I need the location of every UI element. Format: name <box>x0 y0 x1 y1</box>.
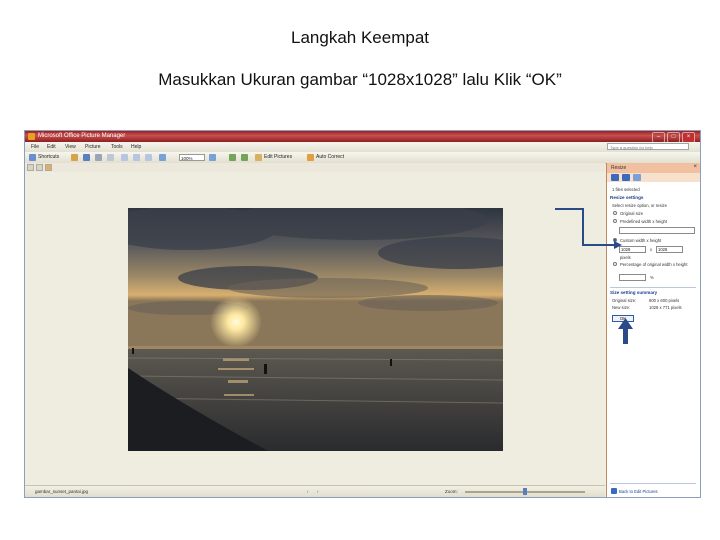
original-size-radio[interactable] <box>613 211 617 215</box>
x-separator: x <box>650 247 653 252</box>
slide-subtitle: Masukkan Ukuran gambar “1028x1028” lalu … <box>158 70 562 89</box>
home-icon[interactable] <box>633 174 641 181</box>
single-view-icon[interactable] <box>145 154 152 161</box>
task-pane-nav <box>607 173 700 182</box>
zoom-in-icon[interactable] <box>159 154 166 161</box>
menu-help[interactable]: Help <box>131 144 141 150</box>
back-arrow-icon[interactable] <box>611 174 619 181</box>
title-bar: Microsoft Office Picture Manager – □ × <box>25 131 700 143</box>
folder-icon[interactable] <box>71 154 78 161</box>
bottom-divider <box>610 483 696 484</box>
prev-picture-icon[interactable]: ‹ <box>307 489 309 494</box>
files-selected-text: 1 files selected <box>612 187 640 192</box>
zoom-slider-thumb[interactable] <box>523 488 527 495</box>
percent-sign: % <box>650 275 654 280</box>
resize-settings-description: Select resize option, or resize <box>612 203 667 208</box>
slide-title: Langkah Keempat <box>291 28 429 47</box>
forward-arrow-icon[interactable] <box>622 174 630 181</box>
back-to-edit-icon <box>611 488 617 494</box>
menu-file[interactable]: File <box>31 144 39 150</box>
ok-button[interactable]: OK <box>612 315 634 322</box>
menu-picture[interactable]: Picture <box>85 144 101 150</box>
shortcuts-icon <box>29 154 36 161</box>
thumbnail-view-icon[interactable] <box>121 154 128 161</box>
auto-correct-icon <box>307 154 314 161</box>
back-to-edit-pictures-link[interactable]: Back to Edit Pictures <box>619 489 658 494</box>
edit-pictures-button[interactable]: Edit Pictures <box>264 154 292 160</box>
percentage-input[interactable] <box>619 274 646 281</box>
menu-tools[interactable]: Tools <box>111 144 123 150</box>
predefined-size-select[interactable] <box>619 227 695 234</box>
sunset-beach-photo <box>128 208 503 451</box>
zoom-out-icon[interactable] <box>209 154 216 161</box>
rotate-right-icon[interactable] <box>241 154 248 161</box>
menu-view[interactable]: View <box>65 144 76 150</box>
status-filename: gambar_sunset_pantai.jpg <box>35 489 89 494</box>
percentage-radio[interactable] <box>613 262 617 266</box>
summary-header: Size setting summary <box>610 290 658 295</box>
menu-edit[interactable]: Edit <box>47 144 56 150</box>
pixels-label: pixels <box>620 255 631 260</box>
original-size-summary-value: 800 x 600 pixels <box>649 298 680 303</box>
help-search-input[interactable]: Type a question for help <box>607 143 689 150</box>
edit-pictures-icon <box>255 154 262 161</box>
filmstrip-view-icon[interactable] <box>133 154 140 161</box>
single-picture-view-toggle-icon[interactable] <box>45 164 52 171</box>
original-size-label: Original size <box>620 211 644 216</box>
task-pane-title: Resize <box>611 165 627 171</box>
predefined-size-radio[interactable] <box>613 219 617 223</box>
resize-task-pane: Resize × 1 files selected Resize setting… <box>606 163 700 497</box>
rotate-left-icon[interactable] <box>229 154 236 161</box>
zoom-label: Zoom: <box>445 489 458 494</box>
predefined-size-label: Predefined width x height <box>620 219 668 224</box>
view-bar <box>25 163 605 172</box>
next-picture-icon[interactable]: › <box>317 489 319 494</box>
new-size-summary-label: New size: <box>612 305 631 310</box>
filmstrip-view-toggle-icon[interactable] <box>36 164 43 171</box>
thumbnail-view-toggle-icon[interactable] <box>27 164 34 171</box>
auto-correct-button[interactable]: Auto Correct <box>316 154 344 160</box>
zoom-select[interactable]: 100% <box>179 154 205 161</box>
window-title: Microsoft Office Picture Manager <box>38 133 126 139</box>
save-icon[interactable] <box>83 154 90 161</box>
shortcuts-button[interactable]: Shortcuts <box>38 154 59 160</box>
new-size-summary-value: 1028 x 771 pixels <box>649 305 682 310</box>
height-input[interactable]: 1028 <box>656 246 683 253</box>
status-bar: gambar_sunset_pantai.jpg ‹ › Zoom: <box>25 485 605 497</box>
picture-manager-window: Microsoft Office Picture Manager – □ × F… <box>24 130 701 498</box>
app-icon <box>28 133 35 140</box>
custom-size-label: Custom width x height <box>620 238 662 243</box>
divider <box>610 287 696 288</box>
print-icon[interactable] <box>95 154 102 161</box>
percentage-label: Percentage of original width x height <box>620 262 688 267</box>
custom-size-radio[interactable] <box>613 238 617 242</box>
task-pane-close-icon[interactable]: × <box>693 164 697 170</box>
original-size-summary-label: Original size: <box>612 298 637 303</box>
resize-settings-header: Resize settings <box>610 195 644 200</box>
email-icon[interactable] <box>107 154 114 161</box>
width-input[interactable]: 1028 <box>619 246 646 253</box>
